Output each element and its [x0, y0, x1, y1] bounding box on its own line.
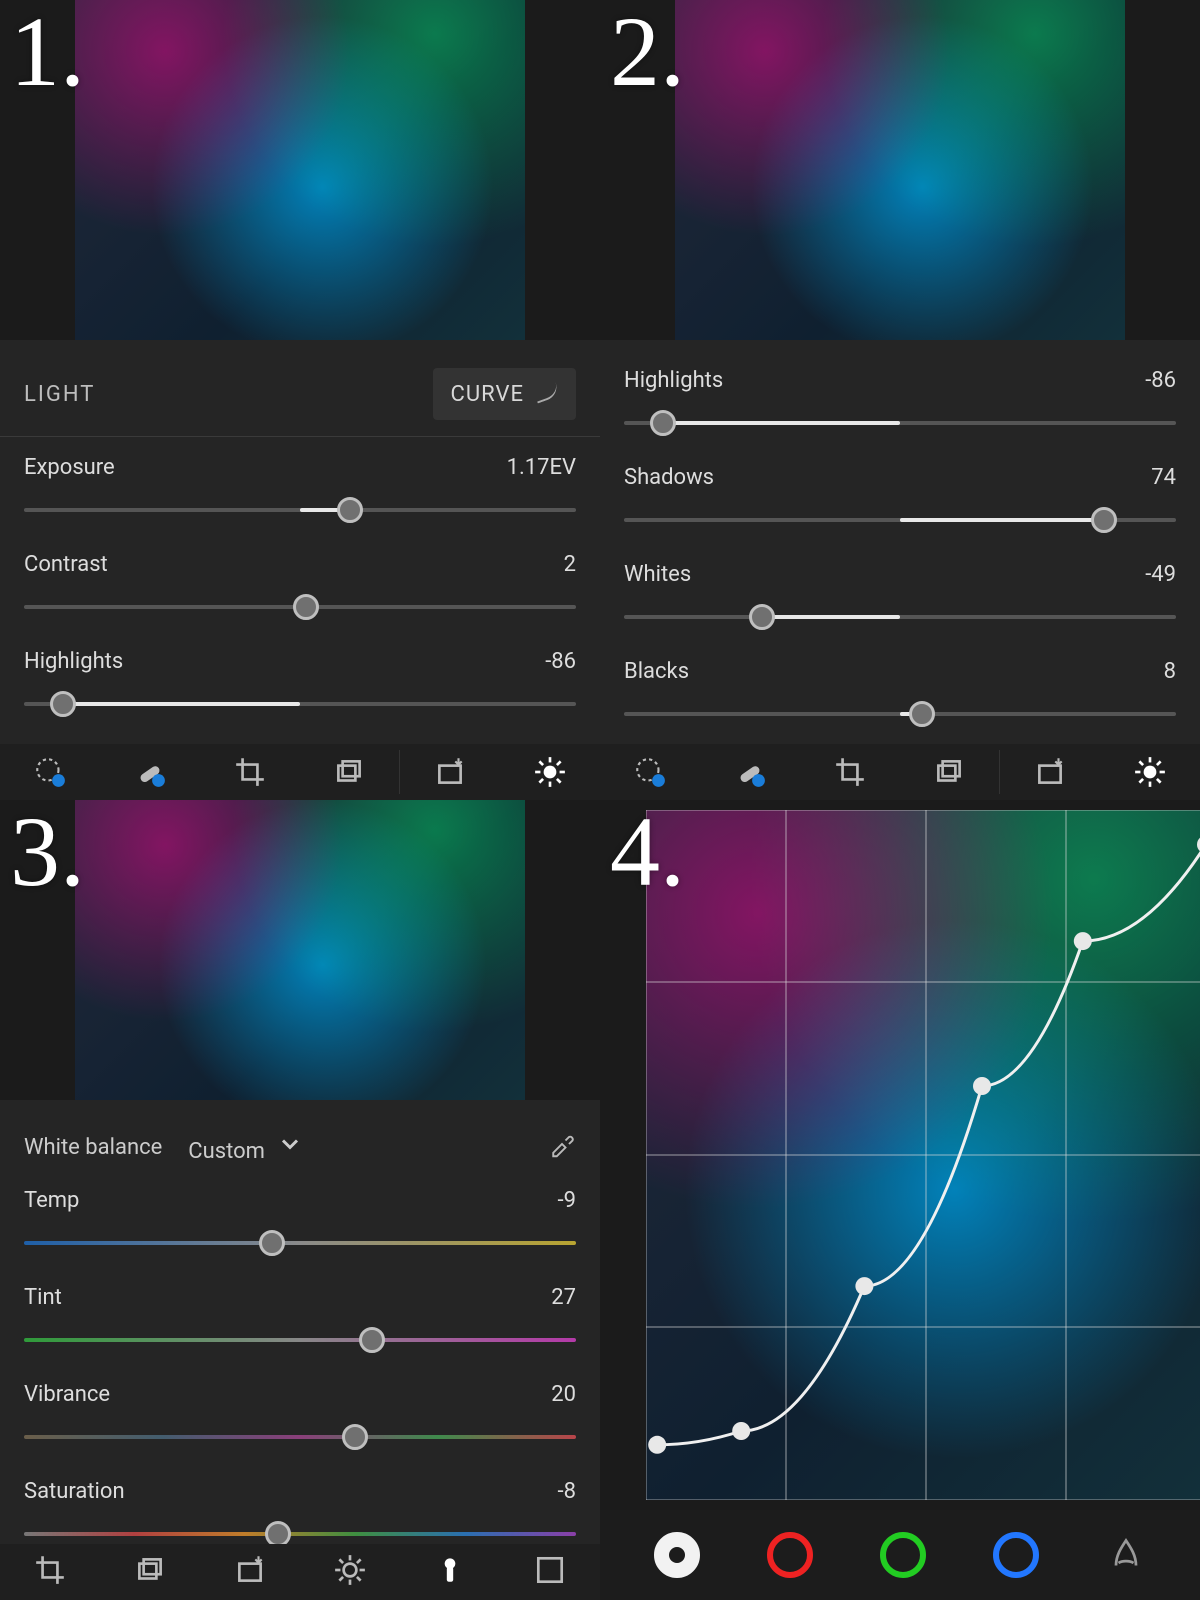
slider-label: Shadows: [624, 465, 714, 490]
slider-value: -8: [558, 1479, 576, 1504]
slider-blacks[interactable]: Blacks 8: [600, 641, 1200, 738]
color-icon[interactable]: [433, 1553, 467, 1591]
crop-icon[interactable]: [800, 744, 900, 800]
tone-curve-editor[interactable]: [646, 810, 1200, 1500]
slider-vibrance[interactable]: Vibrance 20: [0, 1364, 600, 1461]
slider-highlights[interactable]: Highlights -86: [600, 350, 1200, 447]
color-panel: White balance Custom Temp -9: [0, 1100, 600, 1544]
light-panel-continued: Highlights -86 Shadows 74 Whites -49: [600, 340, 1200, 744]
slider-value: 2: [564, 552, 576, 577]
slider-thumb[interactable]: [50, 691, 76, 717]
channel-green[interactable]: [880, 1532, 926, 1578]
slider-tint[interactable]: Tint 27: [0, 1267, 600, 1364]
curve-control-point[interactable]: [855, 1277, 873, 1295]
presets-icon[interactable]: [133, 1553, 167, 1591]
light-icon[interactable]: [333, 1553, 367, 1591]
slider-value: 8: [1164, 659, 1176, 684]
step-number: 3.: [10, 800, 85, 909]
channel-red[interactable]: [767, 1532, 813, 1578]
slider-label: Blacks: [624, 659, 689, 684]
slider-label: Vibrance: [24, 1382, 110, 1407]
curve-control-point[interactable]: [648, 1436, 666, 1454]
crop-icon[interactable]: [33, 1553, 67, 1591]
photo-preview: [75, 0, 525, 340]
slider-thumb[interactable]: [337, 497, 363, 523]
effects-icon[interactable]: [533, 1553, 567, 1591]
curve-icon: [534, 378, 558, 410]
slider-thumb[interactable]: [1091, 507, 1117, 533]
step-number: 4.: [610, 800, 685, 909]
bottom-toolbar: [600, 744, 1200, 800]
curve-line[interactable]: [657, 845, 1200, 1445]
light-icon[interactable]: [500, 744, 600, 800]
curve-channel-selector: [600, 1510, 1200, 1600]
curve-control-point[interactable]: [973, 1077, 991, 1095]
slider-value: -9: [558, 1188, 576, 1213]
auto-icon[interactable]: [400, 744, 500, 800]
slider-whites[interactable]: Whites -49: [600, 544, 1200, 641]
auto-icon[interactable]: [233, 1553, 267, 1591]
step-number: 1.: [10, 0, 85, 109]
slider-value: 27: [551, 1285, 576, 1310]
slider-value: 1.17EV: [507, 455, 576, 480]
crop-icon[interactable]: [200, 744, 300, 800]
slider-value: 20: [551, 1382, 576, 1407]
curve-button[interactable]: CURVE: [433, 368, 576, 420]
curve-grid: [646, 810, 1200, 1500]
panel-step-2: 2. Highlights -86 Shadows 74: [600, 0, 1200, 800]
auto-icon[interactable]: [1000, 744, 1100, 800]
bottom-toolbar: [0, 1544, 600, 1600]
selective-edit-icon[interactable]: [0, 744, 100, 800]
photo-preview: [675, 0, 1125, 340]
slider-label: Contrast: [24, 552, 108, 577]
slider-thumb[interactable]: [293, 594, 319, 620]
presets-icon[interactable]: [899, 744, 999, 800]
healing-icon[interactable]: [100, 744, 200, 800]
selective-edit-icon[interactable]: [600, 744, 700, 800]
slider-label: Temp: [24, 1188, 79, 1213]
split-tone-icon[interactable]: [1106, 1533, 1146, 1577]
channel-blue[interactable]: [993, 1532, 1039, 1578]
presets-icon[interactable]: [299, 744, 399, 800]
slider-thumb[interactable]: [259, 1230, 285, 1256]
light-panel: LIGHT CURVE Exposure 1.17EV Contrast 2: [0, 340, 600, 744]
slider-label: Saturation: [24, 1479, 125, 1504]
white-balance-mode-dropdown[interactable]: Custom: [188, 1130, 304, 1164]
white-balance-label: White balance: [24, 1135, 162, 1160]
light-icon[interactable]: [1100, 744, 1200, 800]
slider-thumb[interactable]: [909, 701, 935, 727]
slider-thumb[interactable]: [342, 1424, 368, 1450]
slider-temp[interactable]: Temp -9: [0, 1170, 600, 1267]
photo-preview: [75, 800, 525, 1100]
slider-value: -49: [1145, 562, 1176, 587]
curve-control-point[interactable]: [732, 1422, 750, 1440]
slider-label: Tint: [24, 1285, 62, 1310]
slider-thumb[interactable]: [749, 604, 775, 630]
curve-control-point[interactable]: [1074, 932, 1092, 950]
slider-label: Highlights: [624, 368, 723, 393]
chevron-down-icon: [276, 1139, 304, 1164]
step-number: 2.: [610, 0, 685, 109]
panel-step-4: 4. CURVE DONE: [600, 800, 1200, 1600]
slider-value: -86: [545, 649, 576, 674]
panel-step-3: 3. White balance Custom Temp -9: [0, 800, 600, 1600]
healing-icon[interactable]: [700, 744, 800, 800]
slider-shadows[interactable]: Shadows 74: [600, 447, 1200, 544]
slider-label: Whites: [624, 562, 691, 587]
slider-value: -86: [1145, 368, 1176, 393]
slider-thumb[interactable]: [359, 1327, 385, 1353]
slider-label: Highlights: [24, 649, 123, 674]
slider-label: Exposure: [24, 455, 115, 480]
slider-thumb[interactable]: [650, 410, 676, 436]
curve-button-label: CURVE: [451, 382, 524, 407]
section-light-label: LIGHT: [24, 382, 95, 407]
slider-contrast[interactable]: Contrast 2: [0, 534, 600, 631]
slider-value: 74: [1151, 465, 1176, 490]
eyedropper-icon[interactable]: [548, 1130, 576, 1164]
channel-luminance[interactable]: [654, 1532, 700, 1578]
bottom-toolbar: [0, 744, 600, 800]
slider-exposure[interactable]: Exposure 1.17EV: [0, 437, 600, 534]
panel-step-1: 1. LIGHT CURVE Exposure 1.17EV Contrast …: [0, 0, 600, 800]
slider-highlights[interactable]: Highlights -86: [0, 631, 600, 728]
